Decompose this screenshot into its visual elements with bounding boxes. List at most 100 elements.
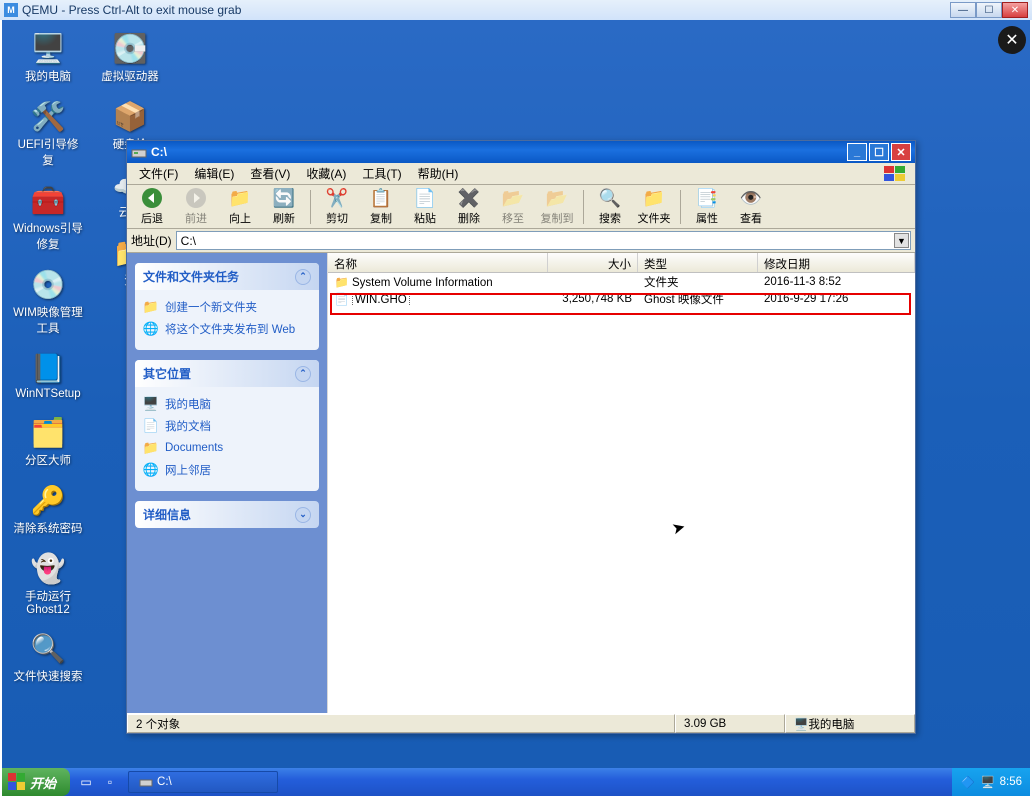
menu-favorites[interactable]: 收藏(A)	[298, 163, 354, 184]
ghost-icon[interactable]: 👻手动运行Ghost12	[12, 550, 84, 616]
toolbar-separator	[680, 190, 681, 224]
clear-password-icon[interactable]: 🔑清除系统密码	[12, 482, 84, 536]
tasks-panel: 文件和文件夹任务 ⌃ 📁创建一个新文件夹 🌐将这个文件夹发布到 Web	[135, 263, 319, 350]
quick-launch-icon[interactable]: ▫	[100, 772, 120, 792]
document-icon: 📄	[143, 418, 159, 434]
back-button[interactable]: 后退	[131, 187, 173, 227]
my-computer-icon[interactable]: 🖥️我的电脑	[12, 30, 84, 84]
my-documents-link[interactable]: 📄我的文档	[143, 415, 311, 437]
overlay-close-button[interactable]: ✕	[998, 26, 1026, 54]
toolbar-separator	[310, 190, 311, 224]
details-panel-header[interactable]: 详细信息 ⌄	[135, 501, 319, 528]
qemu-maximize-button[interactable]: ☐	[976, 2, 1002, 18]
file-list[interactable]: 📁System Volume Information 文件夹 2016-11-3…	[328, 273, 915, 713]
computer-icon: 🖥️	[143, 396, 159, 412]
address-label: 地址(D)	[131, 232, 172, 249]
places-panel-header[interactable]: 其它位置 ⌃	[135, 360, 319, 387]
menu-view[interactable]: 查看(V)	[242, 163, 298, 184]
folders-button[interactable]: 📁文件夹	[633, 187, 675, 227]
col-modified[interactable]: 修改日期	[758, 253, 915, 272]
explorer-maximize-button[interactable]: ☐	[869, 143, 889, 161]
qemu-minimize-button[interactable]: —	[950, 2, 976, 18]
up-button[interactable]: 📁向上	[219, 187, 261, 227]
create-folder-link[interactable]: 📁创建一个新文件夹	[143, 296, 311, 318]
tasks-panel-header[interactable]: 文件和文件夹任务 ⌃	[135, 263, 319, 290]
address-input[interactable]	[176, 231, 911, 250]
explorer-title: C:\	[151, 145, 167, 159]
column-headers: 名称 大小 类型 修改日期	[328, 253, 915, 273]
status-size: 3.09 GB	[675, 714, 785, 733]
start-button[interactable]: 开始	[2, 768, 70, 796]
partition-master-icon[interactable]: 🗂️分区大师	[12, 414, 84, 468]
file-search-icon[interactable]: 🔍文件快速搜索	[12, 630, 84, 684]
winntsetup-icon[interactable]: 📘WinNTSetup	[12, 350, 84, 400]
clock[interactable]: 8:56	[1000, 776, 1022, 788]
col-type[interactable]: 类型	[638, 253, 758, 272]
network-places-link[interactable]: 🌐网上邻居	[143, 459, 311, 481]
delete-button[interactable]: ✖️删除	[448, 187, 490, 227]
toolbar-separator	[583, 190, 584, 224]
gho-file-icon: 📄	[334, 292, 350, 306]
explorer-statusbar: 2 个对象 3.09 GB 🖥️ 我的电脑	[127, 713, 915, 733]
tray-monitor-icon[interactable]: 🖥️	[980, 774, 996, 790]
paste-button[interactable]: 📄粘贴	[404, 187, 446, 227]
expand-icon[interactable]: ⌄	[295, 507, 311, 523]
computer-icon: 🖥️	[794, 717, 808, 731]
status-objects: 2 个对象	[127, 714, 675, 733]
refresh-button[interactable]: 🔄刷新	[263, 187, 305, 227]
taskbar-item-explorer[interactable]: C:\	[128, 771, 278, 793]
table-row[interactable]: 📁System Volume Information 文件夹 2016-11-3…	[328, 273, 915, 290]
moveto-button[interactable]: 📂移至	[492, 187, 534, 227]
col-size[interactable]: 大小	[548, 253, 638, 272]
folder-icon: 📁	[143, 440, 159, 456]
my-computer-link[interactable]: 🖥️我的电脑	[143, 393, 311, 415]
explorer-close-button[interactable]: ✕	[891, 143, 911, 161]
windows-repair-icon[interactable]: 🧰Widnows引导修复	[12, 182, 84, 252]
forward-button[interactable]: 前进	[175, 187, 217, 227]
collapse-icon[interactable]: ⌃	[295, 366, 311, 382]
publish-web-link[interactable]: 🌐将这个文件夹发布到 Web	[143, 318, 311, 340]
wim-tool-icon[interactable]: 💿WIM映像管理工具	[12, 266, 84, 336]
file-pane: 名称 大小 类型 修改日期 📁System Volume Information…	[327, 253, 915, 713]
desktop[interactable]: ✕ 🖥️我的电脑 🛠️UEFI引导修复 🧰Widnows引导修复 💿WIM映像管…	[2, 20, 1030, 796]
qemu-icon: M	[4, 3, 18, 17]
col-name[interactable]: 名称	[328, 253, 548, 272]
copy-button[interactable]: 📋复制	[360, 187, 402, 227]
details-panel: 详细信息 ⌄	[135, 501, 319, 528]
system-tray: 🔷 🖥️ 8:56	[952, 768, 1030, 796]
tray-icon[interactable]: 🔷	[960, 774, 976, 790]
places-panel: 其它位置 ⌃ 🖥️我的电脑 📄我的文档 📁Documents 🌐网上邻居	[135, 360, 319, 491]
explorer-toolbar: 后退 前进 📁向上 🔄刷新 ✂️剪切 📋复制 📄粘贴 ✖️删除 📂移至 📂复制到…	[127, 185, 915, 229]
explorer-window: C:\ _ ☐ ✕ 文件(F) 编辑(E) 查看(V) 收藏(A) 工具(T) …	[126, 140, 916, 734]
views-button[interactable]: 👁️查看	[730, 187, 772, 227]
status-location: 🖥️ 我的电脑	[785, 714, 915, 733]
taskbar: 开始 ▭ ▫ C:\ 🔷 🖥️ 8:56	[2, 768, 1030, 796]
qemu-title: QEMU - Press Ctrl-Alt to exit mouse grab	[22, 3, 241, 17]
explorer-menubar: 文件(F) 编辑(E) 查看(V) 收藏(A) 工具(T) 帮助(H)	[127, 163, 915, 185]
menu-file[interactable]: 文件(F)	[131, 163, 186, 184]
qemu-close-button[interactable]: ✕	[1002, 2, 1028, 18]
explorer-body: 文件和文件夹任务 ⌃ 📁创建一个新文件夹 🌐将这个文件夹发布到 Web 其它位置…	[127, 253, 915, 713]
menu-help[interactable]: 帮助(H)	[410, 163, 467, 184]
address-bar: 地址(D) ▼	[127, 229, 915, 253]
virtual-drive-icon[interactable]: 💽虚拟驱动器	[94, 30, 166, 84]
show-desktop-icon[interactable]: ▭	[76, 772, 96, 792]
search-button[interactable]: 🔍搜索	[589, 187, 631, 227]
explorer-titlebar[interactable]: C:\ _ ☐ ✕	[127, 141, 915, 163]
drive-icon	[139, 776, 153, 788]
copyto-button[interactable]: 📂复制到	[536, 187, 578, 227]
collapse-icon[interactable]: ⌃	[295, 269, 311, 285]
qemu-window: M QEMU - Press Ctrl-Alt to exit mouse gr…	[0, 0, 1032, 798]
globe-icon: 🌐	[143, 321, 159, 337]
folder-new-icon: 📁	[143, 299, 159, 315]
cut-button[interactable]: ✂️剪切	[316, 187, 358, 227]
menu-edit[interactable]: 编辑(E)	[186, 163, 242, 184]
menu-tools[interactable]: 工具(T)	[354, 163, 409, 184]
properties-button[interactable]: 📑属性	[686, 187, 728, 227]
address-dropdown-button[interactable]: ▼	[894, 233, 909, 248]
documents-link[interactable]: 📁Documents	[143, 437, 311, 459]
explorer-minimize-button[interactable]: _	[847, 143, 867, 161]
uefi-repair-icon[interactable]: 🛠️UEFI引导修复	[12, 98, 84, 168]
table-row[interactable]: 📄WIN.GHO 3,250,748 KB Ghost 映像文件 2016-9-…	[328, 290, 915, 307]
drive-icon	[131, 145, 147, 159]
